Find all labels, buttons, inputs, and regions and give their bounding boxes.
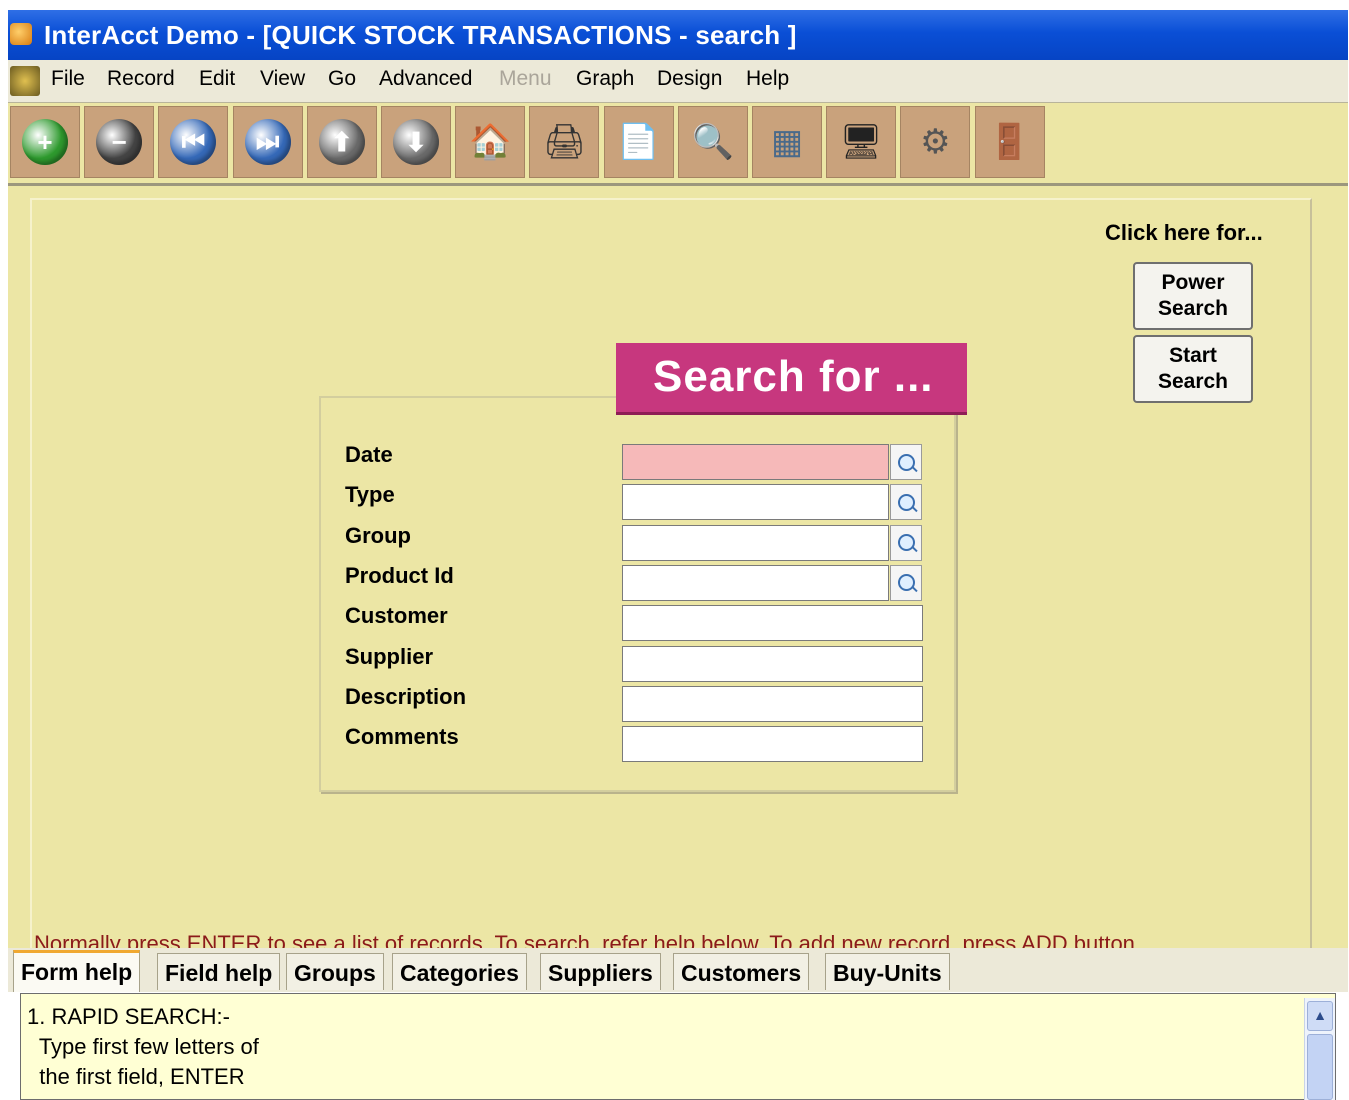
product-id-lookup-button[interactable] xyxy=(890,564,922,601)
menu-menu: Menu xyxy=(499,67,552,90)
start-search-label-line2: Search xyxy=(1157,370,1229,393)
toolbar-button-monitor[interactable]: 🖥 xyxy=(826,106,897,178)
toolbar-button-export-document[interactable]: 📄 xyxy=(603,106,674,178)
toolbar-button-next[interactable]: ⬇ xyxy=(381,106,451,178)
toolbar-button-data-grid[interactable]: ▦ xyxy=(752,106,822,178)
supplier-label: Supplier xyxy=(345,643,434,669)
help-line-1: 1. RAPID SEARCH:- xyxy=(27,1004,230,1029)
comments-label: Comments xyxy=(345,724,459,750)
tab-groups[interactable]: Groups xyxy=(286,953,384,990)
group-input[interactable] xyxy=(622,524,889,561)
help-scrollbar[interactable]: ▲ xyxy=(1304,998,1335,1100)
power-search-label-line1: Power xyxy=(1161,271,1225,294)
help-line-3: the first field, ENTER xyxy=(27,1064,245,1089)
help-line-2: Type first few letters of xyxy=(27,1034,259,1059)
first-record-icon: ⏮ xyxy=(170,119,217,165)
start-search-button[interactable]: Start Search xyxy=(1133,335,1253,403)
customer-input[interactable] xyxy=(622,605,923,642)
status-hint: Normally press ENTER to see a list of re… xyxy=(34,931,1135,949)
start-search-label-line1: Start xyxy=(1169,344,1217,367)
tab-field-help[interactable]: Field help xyxy=(157,953,281,990)
print-icon: 🖨 xyxy=(542,123,586,161)
comments-input[interactable] xyxy=(622,726,923,763)
toolbar-button-settings-gear[interactable]: ⚙ xyxy=(900,106,971,178)
tab-form-help[interactable]: Form help xyxy=(13,950,141,992)
toolbar-button-exit-door[interactable]: 🚪 xyxy=(974,106,1045,178)
menu-advanced[interactable]: Advanced xyxy=(379,67,472,91)
export-document-icon: 📄 xyxy=(617,123,660,161)
menu-file[interactable]: File xyxy=(51,67,85,91)
settings-gear-icon: ⚙ xyxy=(920,123,951,161)
last-record-icon: ⏭ xyxy=(244,119,291,165)
tab-buy-units[interactable]: Buy-Units xyxy=(825,953,950,990)
magnifier-icon xyxy=(897,493,915,511)
search-for-heading: Search for ... xyxy=(616,343,967,415)
magnifier-icon xyxy=(897,574,915,592)
scroll-up-arrow-icon[interactable]: ▲ xyxy=(1307,1001,1333,1031)
help-tab-strip: Form help Field help Groups Categories Suppl… xyxy=(8,948,1348,992)
type-input[interactable] xyxy=(622,484,889,521)
toolbar-button-previous[interactable]: ⬆ xyxy=(306,106,377,178)
form-help-text-area[interactable]: 1. RAPID SEARCH:- Type first few letters… xyxy=(20,993,1336,1100)
monitor-icon: 🖥 xyxy=(839,123,883,161)
search-icon: 🔍 xyxy=(691,123,734,161)
home-icon: 🏠 xyxy=(469,123,512,161)
menu-record[interactable]: Record xyxy=(107,67,175,91)
system-menu-icon[interactable] xyxy=(10,66,40,96)
date-input[interactable] xyxy=(622,444,889,480)
date-label: Date xyxy=(345,442,393,467)
toolbar-button-remove[interactable]: − xyxy=(84,106,155,178)
menu-graph[interactable]: Graph xyxy=(576,67,634,91)
supplier-input[interactable] xyxy=(622,645,923,682)
menu-help[interactable]: Help xyxy=(746,67,789,91)
magnifier-icon xyxy=(897,453,915,471)
exit-door-icon: 🚪 xyxy=(988,123,1031,161)
tab-categories[interactable]: Categories xyxy=(392,953,527,990)
type-lookup-button[interactable] xyxy=(890,484,922,521)
toolbar-button-add[interactable]: + xyxy=(10,106,80,178)
type-label: Type xyxy=(345,482,395,508)
app-icon xyxy=(10,23,32,45)
window-title: InterAcct Demo - [QUICK STOCK TRANSACTIO… xyxy=(44,20,797,50)
power-search-label-line2: Search xyxy=(1157,297,1229,320)
tab-customers[interactable]: Customers xyxy=(673,953,810,990)
power-search-button[interactable]: Power Search xyxy=(1133,262,1253,330)
toolbar-button-print[interactable]: 🖨 xyxy=(529,106,600,178)
menu-bar: File Record Edit View Go Advanced Menu G… xyxy=(8,60,1348,103)
group-lookup-button[interactable] xyxy=(890,524,922,561)
date-lookup-button[interactable] xyxy=(890,444,922,480)
product-id-input[interactable] xyxy=(622,564,889,601)
description-label: Description xyxy=(345,683,467,709)
next-icon: ⬇ xyxy=(393,119,439,165)
toolbar-button-last-record[interactable]: ⏭ xyxy=(232,106,303,178)
title-bar: InterAcct Demo - [QUICK STOCK TRANSACTIO… xyxy=(8,10,1348,60)
menu-edit[interactable]: Edit xyxy=(199,67,235,91)
previous-icon: ⬆ xyxy=(318,119,365,165)
add-icon: + xyxy=(22,119,68,165)
toolbar-button-first-record[interactable]: ⏮ xyxy=(158,106,229,178)
status-hint-container: Normally press ENTER to see a list of re… xyxy=(34,930,1294,949)
customer-label: Customer xyxy=(345,603,448,629)
menu-design[interactable]: Design xyxy=(657,67,722,91)
description-input[interactable] xyxy=(622,685,923,722)
group-label: Group xyxy=(345,522,411,548)
toolbar: + − ⏮ ⏭ ⬆ ⬇ 🏠 🖨 📄 🔍 ▦ 🖥 ⚙ 🚪 xyxy=(8,103,1348,186)
menu-view[interactable]: View xyxy=(260,67,305,91)
toolbar-button-home[interactable]: 🏠 xyxy=(455,106,526,178)
magnifier-icon xyxy=(897,534,915,552)
data-grid-icon: ▦ xyxy=(770,123,804,161)
tab-suppliers[interactable]: Suppliers xyxy=(540,953,661,990)
click-here-label: Click here for... xyxy=(1105,220,1263,245)
menu-go[interactable]: Go xyxy=(328,67,356,91)
product-id-label: Product Id xyxy=(345,562,454,588)
toolbar-button-search[interactable]: 🔍 xyxy=(677,106,748,178)
scroll-thumb[interactable] xyxy=(1307,1034,1333,1100)
remove-icon: − xyxy=(96,119,143,165)
